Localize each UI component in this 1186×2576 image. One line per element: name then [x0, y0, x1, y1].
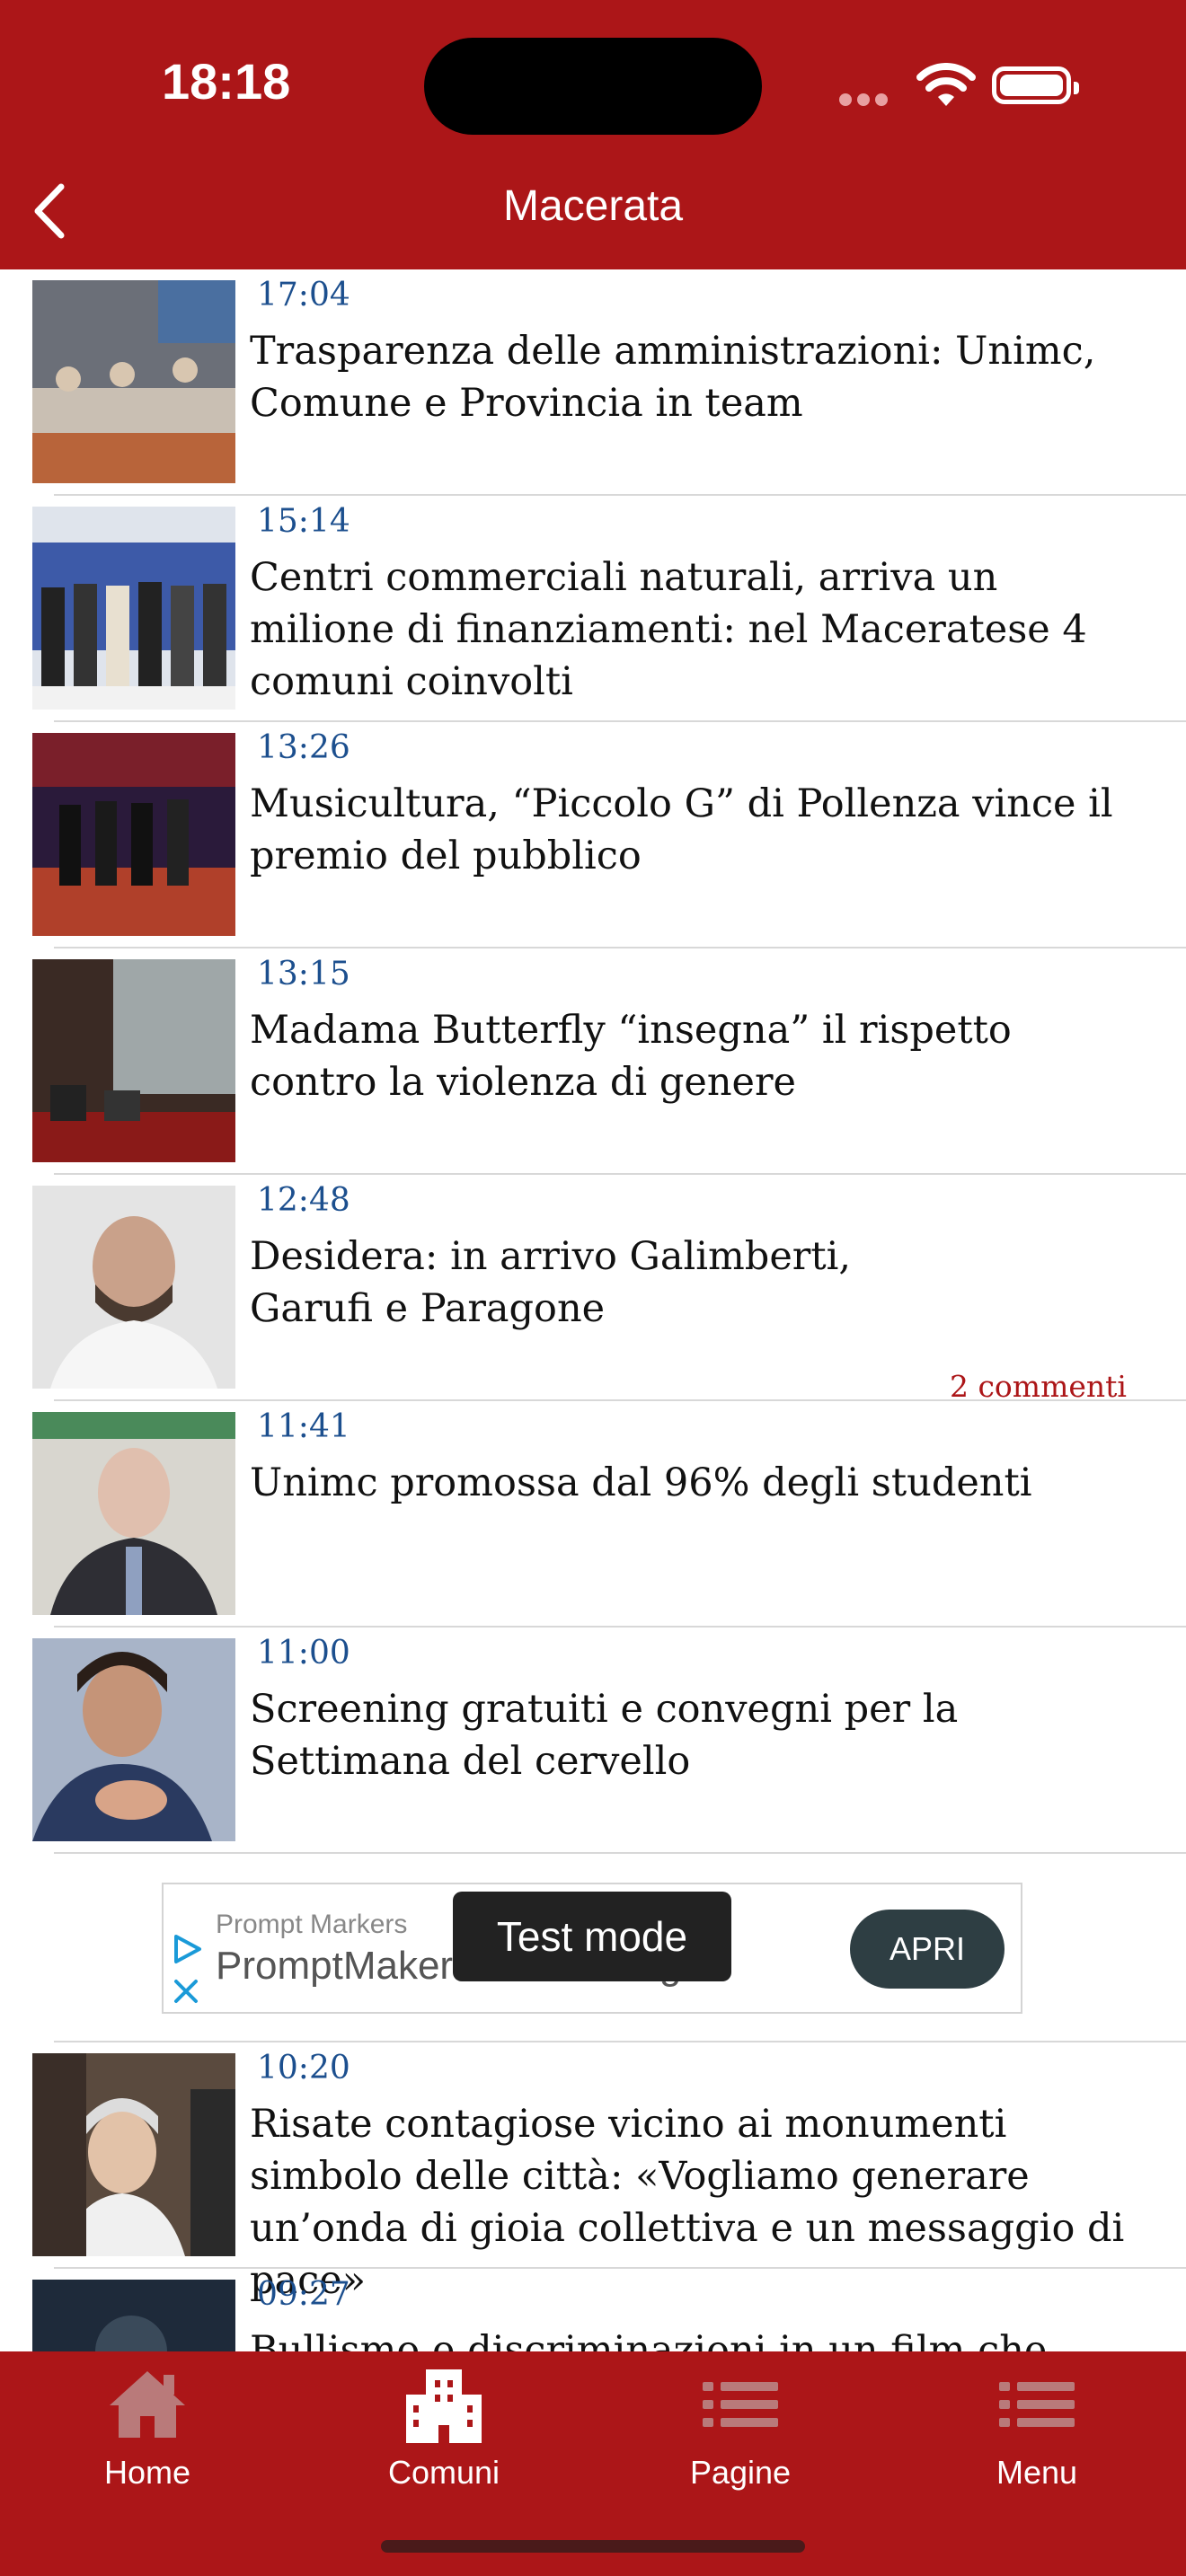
- article-title[interactable]: Musicultura, “Piccolo G” di Pollenza vin…: [250, 778, 1148, 882]
- list-item[interactable]: 17:04 Trasparenza delle amministrazioni:…: [0, 269, 1186, 496]
- tab-label: Home: [103, 2454, 191, 2491]
- ad-choices-icon[interactable]: [169, 1931, 205, 1967]
- list-item[interactable]: 13:26 Musicultura, “Piccolo G” di Pollen…: [0, 722, 1186, 948]
- article-title[interactable]: Trasparenza delle amministrazioni: Unimc…: [250, 325, 1148, 429]
- divider: [54, 1852, 1186, 1854]
- article-time: 13:15: [257, 956, 350, 992]
- article-thumbnail: [32, 1186, 235, 1389]
- ad-open-button[interactable]: APRI: [850, 1910, 1005, 1989]
- article-title[interactable]: Unimc promossa dal 96% degli studenti: [250, 1457, 1148, 1509]
- article-title[interactable]: Screening gratuiti e convegni per la Set…: [250, 1683, 1148, 1787]
- article-time: 13:26: [257, 729, 350, 766]
- article-thumbnail: [32, 959, 235, 1162]
- page-title: Macerata: [502, 182, 684, 230]
- tab-comuni[interactable]: Comuni: [336, 2351, 552, 2504]
- article-thumbnail: [32, 2053, 235, 2256]
- battery-icon: [992, 66, 1079, 104]
- article-time: 11:41: [257, 1408, 350, 1445]
- tab-label: Menu: [996, 2454, 1078, 2491]
- wifi-icon: [916, 63, 976, 106]
- tab-menu[interactable]: Menu: [929, 2351, 1145, 2504]
- list-icon: [999, 2382, 1075, 2427]
- list-item[interactable]: 13:15 Madama Butterfly “insegna” il risp…: [0, 948, 1186, 1175]
- tab-home[interactable]: Home: [40, 2351, 255, 2504]
- list-item[interactable]: 10:20 Risate contagiose vicino ai monume…: [0, 2042, 1186, 2303]
- article-time: 15:14: [257, 503, 350, 540]
- home-indicator: [381, 2540, 805, 2553]
- article-time: 17:04: [257, 277, 350, 313]
- article-title[interactable]: Desidera: in arrivo Galimberti, Garufi e…: [250, 1231, 969, 1335]
- article-time: 09:27: [257, 2276, 350, 2313]
- list-item[interactable]: 11:41 Unimc promossa dal 96% degli stude…: [0, 1401, 1186, 1628]
- article-thumbnail: [32, 733, 235, 936]
- article-thumbnail: [32, 1638, 235, 1841]
- ad-brand: Prompt Markers: [216, 1910, 408, 1939]
- status-time: 18:18: [162, 53, 291, 110]
- list-item[interactable]: 15:14 Centri commerciali naturali, arriv…: [0, 496, 1186, 722]
- list-icon: [703, 2382, 778, 2427]
- list-item[interactable]: 11:00 Screening gratuiti e convegni per …: [0, 1628, 1186, 1854]
- article-title[interactable]: Centri commerciali naturali, arriva un m…: [250, 551, 1148, 708]
- ad-close-icon[interactable]: [171, 1976, 201, 2007]
- home-icon: [110, 2371, 185, 2438]
- tab-label: Pagine: [689, 2454, 792, 2491]
- article-time: 11:00: [257, 1635, 350, 1672]
- buildings-icon: [406, 2369, 482, 2443]
- article-thumbnail: [32, 1412, 235, 1615]
- article-thumbnail: [32, 507, 235, 710]
- dynamic-island: [424, 38, 762, 135]
- app-header: 18:18 Macerata: [0, 0, 1186, 269]
- tab-pagine[interactable]: Pagine: [633, 2351, 848, 2504]
- article-title[interactable]: Madama Butterfly “insegna” il rispetto c…: [250, 1004, 1148, 1108]
- article-thumbnail: [32, 280, 235, 483]
- tab-label: Comuni: [387, 2454, 500, 2491]
- list-item[interactable]: 12:48 Desidera: in arrivo Galimberti, Ga…: [0, 1175, 1186, 1404]
- article-time: 10:20: [257, 2050, 350, 2086]
- article-time: 12:48: [257, 1182, 350, 1219]
- test-mode-badge: Test mode: [453, 1892, 731, 1981]
- signal-icon: [839, 93, 893, 110]
